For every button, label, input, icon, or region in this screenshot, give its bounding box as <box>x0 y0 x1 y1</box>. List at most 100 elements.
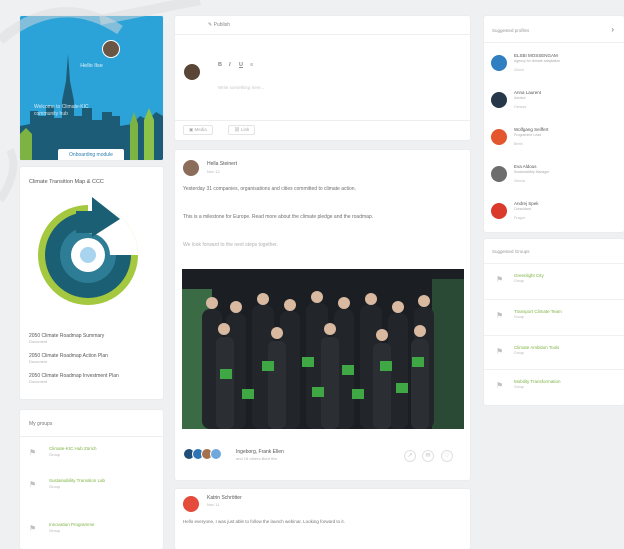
post-paragraph: This is a milestone for Europe. Read mor… <box>183 214 374 220</box>
profile-avatar <box>491 203 507 219</box>
document-link[interactable]: 2050 Climate Roadmap Summary Document <box>29 333 104 345</box>
profile-avatar <box>491 129 507 145</box>
chevron-right-icon[interactable]: › <box>611 25 614 34</box>
author-avatar[interactable] <box>183 160 199 176</box>
card-title: Suggested Groups <box>492 249 530 254</box>
feed-post: Katrin Schrötter Nov 11 Hello everyone, … <box>175 489 470 549</box>
like-button[interactable]: ♡ <box>441 450 453 462</box>
underline-button[interactable]: U <box>239 62 243 68</box>
profile-item[interactable]: Eva Aldous Sustainability Manager Vienna <box>484 157 624 194</box>
my-groups-card: My groups ⚑ Climate-KIC Hub Zürich Group… <box>20 410 163 549</box>
greeting-text: Hello Ilse <box>80 63 103 69</box>
share-button[interactable]: ↗ <box>404 450 416 462</box>
post-author[interactable]: Katrin Schrötter <box>207 495 242 501</box>
post-author[interactable]: Hella Steinert <box>207 161 237 167</box>
document-link[interactable]: 2050 Climate Roadmap Action Plan Documen… <box>29 353 108 365</box>
document-type: Document <box>29 379 48 384</box>
reactor-avatar <box>210 448 222 460</box>
group-name: Sustainability Transition Lab <box>49 478 106 483</box>
comment-button[interactable]: ✉ <box>422 450 434 462</box>
group-icon: ⚑ <box>29 524 37 533</box>
group-icon: ⚑ <box>496 275 504 284</box>
group-name: Climate-KIC Hub Zürich <box>49 446 97 451</box>
profile-location: Zürich <box>514 68 524 72</box>
group-icon: ⚑ <box>496 347 504 356</box>
group-name: Innovation Programme <box>49 522 95 527</box>
user-avatar[interactable] <box>102 40 120 58</box>
group-item[interactable]: ⚑ Climate-KIC Hub Zürich Group <box>29 444 155 468</box>
document-link[interactable]: 2050 Climate Roadmap Investment Plan Doc… <box>29 373 119 385</box>
list-button[interactable]: ≡ <box>250 62 253 68</box>
bold-button[interactable]: B <box>218 62 222 68</box>
link-button[interactable]: ⛓ Link <box>228 125 256 135</box>
document-type: Document <box>29 339 48 344</box>
divider <box>175 120 470 121</box>
profile-role: Programme Lead <box>514 133 542 137</box>
suggested-profiles-card: Suggested profiles › ELSBI MOSSENGAM Age… <box>484 16 624 232</box>
profile-item[interactable]: Wolfgang Seiffert Programme Lead Berlin <box>484 120 624 157</box>
group-item[interactable]: ⚑ Mobility Transformation Group <box>484 369 624 400</box>
document-type: Document <box>29 359 48 364</box>
author-avatar[interactable] <box>183 496 199 512</box>
city-skyline-illustration <box>20 16 163 160</box>
post-paragraph: Yesterday 31 companies, organisations an… <box>183 186 356 192</box>
transition-map-diagram[interactable] <box>32 193 152 313</box>
climate-widget: Climate Transition Map & CCC 2050 Climat… <box>20 167 163 399</box>
group-icon: ⚑ <box>496 381 504 390</box>
suggested-groups-card: Suggested Groups ⚑ Greenlight City Group… <box>484 239 624 405</box>
post-paragraph: We look forward to the next steps togeth… <box>183 242 278 248</box>
reactor-avatars[interactable] <box>183 448 233 462</box>
post-composer: ✎ Publish B I U ≡ Write something here..… <box>175 16 470 140</box>
composer-input[interactable]: Write something here... <box>218 85 264 90</box>
group-icon: ⚑ <box>29 448 37 457</box>
group-name: Transport Climate Team <box>514 309 562 314</box>
profile-item[interactable]: ELSBI MOSSENGAM Agency for climate adapt… <box>484 46 624 83</box>
post-date: Nov 12 <box>207 169 220 174</box>
profile-role: Agency for climate adaptation <box>514 59 561 63</box>
post-paragraph: Hello everyone, I was just able to follo… <box>183 519 345 524</box>
group-item[interactable]: ⚑ Greenlight City Group <box>484 263 624 294</box>
media-button[interactable]: ▣ Media <box>183 125 213 135</box>
card-title: Suggested profiles <box>492 28 530 33</box>
group-icon: ⚑ <box>29 480 37 489</box>
divider <box>484 42 624 43</box>
welcome-intro: Welcome to Climate-KIC community hub <box>34 104 153 117</box>
profile-location: Geneva <box>514 105 527 109</box>
group-item[interactable]: ⚑ Transport Climate Team Group <box>484 299 624 330</box>
post-photo[interactable] <box>182 269 464 429</box>
group-item[interactable]: ⚑ Sustainability Transition Lab Group <box>29 476 155 500</box>
profile-role: Advisor <box>514 96 526 100</box>
liked-count: and 18 others liked this <box>236 456 278 461</box>
group-item[interactable]: ⚑ Climate Ambition Tools Group <box>484 335 624 366</box>
group-sub: Group <box>49 484 61 489</box>
divider <box>20 436 163 437</box>
group-sub: Group <box>514 279 524 283</box>
group-sub: Group <box>514 351 524 355</box>
group-name: Climate Ambition Tools <box>514 345 560 350</box>
feed-post: Hella Steinert Nov 12 Yesterday 31 compa… <box>175 150 470 480</box>
link-label: Link <box>240 127 250 132</box>
profile-name: ELSBI MOSSENGAM <box>514 53 558 58</box>
welcome-card: Hello Ilse Welcome to Climate-KIC commun… <box>20 16 163 160</box>
profile-role: Sustainability Manager <box>514 170 550 174</box>
profile-item[interactable]: Anna Laurent Advisor Geneva <box>484 83 624 120</box>
card-title: My groups <box>29 421 53 427</box>
group-sub: Group <box>514 385 524 389</box>
group-sub: Group <box>514 315 524 319</box>
profile-location: Vienna <box>514 179 525 183</box>
group-icon: ⚑ <box>496 311 504 320</box>
group-item[interactable]: ⚑ Innovation Programme Group <box>29 520 155 544</box>
profile-item[interactable]: Andrej Spek Consultant Prague <box>484 194 624 231</box>
group-name: Mobility Transformation <box>514 379 561 384</box>
profile-location: Berlin <box>514 142 523 146</box>
onboarding-button[interactable]: Onboarding module <box>58 149 124 160</box>
profile-avatar <box>491 55 507 71</box>
post-date: Nov 11 <box>207 502 220 507</box>
profile-name: Wolfgang Seiffert <box>514 127 549 132</box>
tab-label: Publish <box>213 22 230 28</box>
liked-by[interactable]: Ingeborg, Frank Ellen <box>236 449 284 455</box>
composer-avatar <box>184 64 200 80</box>
tab-publish[interactable]: ✎ Publish <box>208 22 230 28</box>
group-sub: Group <box>49 452 61 457</box>
italic-button[interactable]: I <box>229 62 231 68</box>
